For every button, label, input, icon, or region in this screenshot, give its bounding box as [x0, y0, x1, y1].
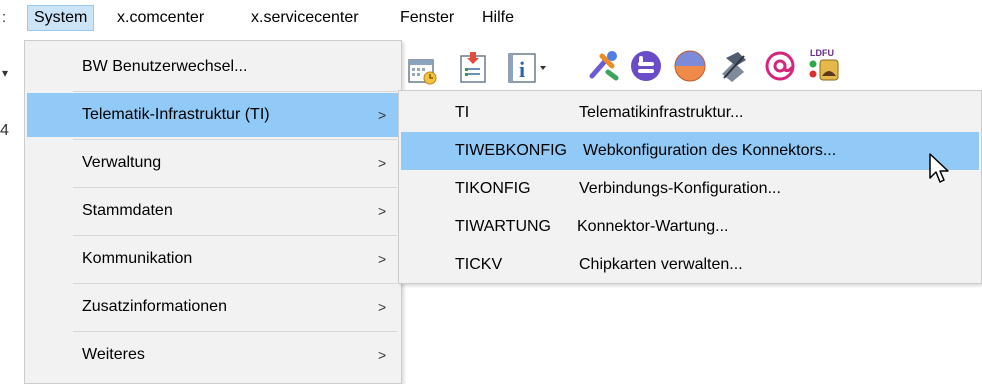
menubar-left-fragment: : [2, 9, 7, 26]
mouse-cursor-icon [928, 152, 950, 191]
menu-item-label: Zusatzinformationen [82, 298, 227, 315]
satellite-icon[interactable] [716, 48, 752, 84]
menu-item-verwaltung[interactable]: Verwaltung > [27, 141, 399, 185]
submenu-item-code: TI [455, 104, 470, 121]
menu-item-label: Kommunikation [82, 250, 193, 267]
menu-xcomcenter[interactable]: x.comcenter [111, 6, 210, 30]
system-menu: BW Benutzerwechsel... Telematik-Infrastr… [24, 40, 402, 384]
menu-item-label: Weiteres [82, 346, 145, 363]
menu-system[interactable]: System [27, 5, 95, 31]
submenu-item-tickv[interactable]: TICKV Chipkarten verwalten... [401, 246, 979, 284]
submenu-item-code: TIWARTUNG [455, 218, 551, 235]
menu-item-telematik-infrastruktur[interactable]: Telematik-Infrastruktur (TI) > [27, 93, 399, 137]
toolbar: i LDFU [400, 46, 880, 90]
submenu-item-desc: Telematikinfrastruktur... [579, 104, 744, 121]
submenu-arrow-icon: > [378, 203, 387, 219]
info-icon[interactable]: i [506, 50, 546, 86]
menu-separator [73, 283, 397, 284]
menu-xservicecenter[interactable]: x.servicecenter [245, 6, 365, 30]
submenu-item-code: TICKV [455, 256, 503, 273]
menu-item-stammdaten[interactable]: Stammdaten > [27, 189, 399, 233]
submenu-item-desc: Konnektor-Wartung... [577, 218, 729, 235]
menu-bar: : System x.comcenter x.servicecenter Fen… [0, 0, 982, 33]
ldfu-label: LDFU [810, 48, 834, 58]
menu-separator [73, 139, 397, 140]
menu-item-weiteres[interactable]: Weiteres > [27, 333, 399, 377]
blue-circle-icon[interactable] [628, 48, 664, 84]
submenu-item-tiwartung[interactable]: TIWARTUNG Konnektor-Wartung... [401, 208, 979, 246]
tools-icon[interactable] [586, 48, 622, 84]
submenu-item-tikonfig[interactable]: TIKONFIG Verbindungs-Konfiguration... [401, 170, 979, 208]
submenu-arrow-icon: > [378, 107, 387, 123]
svg-text:i: i [519, 57, 525, 82]
submenu-item-code: TIWEBKONFIG [455, 142, 567, 159]
submenu-item-ti[interactable]: TI Telematikinfrastruktur... [401, 94, 979, 132]
submenu-arrow-icon: > [378, 299, 387, 315]
left-edge-digit: 4 [0, 122, 9, 139]
globe-icon[interactable] [672, 48, 708, 84]
menu-item-label: Telematik-Infrastruktur (TI) [82, 106, 270, 123]
menu-separator [73, 235, 397, 236]
submenu-arrow-icon: > [378, 347, 387, 363]
menu-item-label: Verwaltung [82, 154, 162, 171]
submenu-item-desc: Chipkarten verwalten... [579, 256, 743, 273]
menu-separator [73, 187, 397, 188]
ti-submenu: TI Telematikinfrastruktur... TIWEBKONFIG… [398, 90, 982, 284]
menu-separator [73, 331, 397, 332]
menu-item-zusatzinformationen[interactable]: Zusatzinformationen > [27, 285, 399, 329]
menu-fenster[interactable]: Fenster [394, 6, 460, 30]
ldfu-icon[interactable]: LDFU [806, 46, 842, 82]
menu-hilfe[interactable]: Hilfe [476, 6, 520, 30]
clipboard-icon[interactable] [456, 50, 492, 86]
submenu-item-desc: Verbindungs-Konfiguration... [579, 180, 781, 197]
menu-item-label: BW Benutzerwechsel... [82, 58, 248, 75]
menu-item-label: Stammdaten [82, 202, 173, 219]
submenu-arrow-icon: > [378, 251, 387, 267]
at-sign-icon[interactable] [762, 48, 798, 84]
menu-separator [73, 91, 397, 92]
menu-item-benutzerwechsel[interactable]: BW Benutzerwechsel... [27, 45, 399, 89]
left-edge-dropdown-arrow[interactable]: ▾ [2, 66, 8, 80]
menu-item-kommunikation[interactable]: Kommunikation > [27, 237, 399, 281]
submenu-arrow-icon: > [378, 155, 387, 171]
submenu-item-code: TIKONFIG [455, 180, 531, 197]
calendar-icon[interactable] [406, 54, 442, 90]
submenu-item-desc: Webkonfiguration des Konnektors... [583, 142, 837, 159]
submenu-item-tiwebkonfig[interactable]: TIWEBKONFIG Webkonfiguration des Konnekt… [401, 132, 979, 170]
